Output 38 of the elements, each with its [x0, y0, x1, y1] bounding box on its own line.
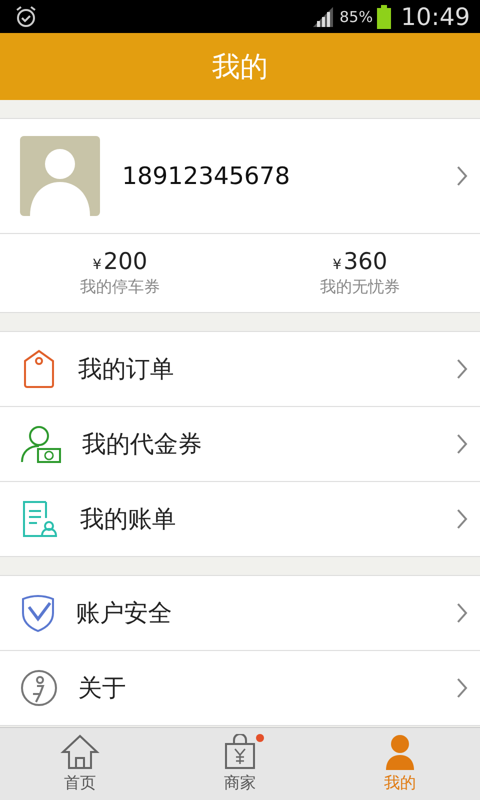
coupon-amount: 360	[344, 248, 388, 274]
coupon-label: 我的无忧券	[320, 276, 400, 298]
shield-check-icon	[20, 593, 56, 633]
chevron-right-icon	[456, 508, 468, 530]
chevron-right-icon	[456, 602, 468, 624]
menu-item[interactable]: 我的订单	[0, 332, 480, 406]
tab[interactable]: 商家	[160, 728, 320, 800]
menu-label: 关于	[78, 673, 127, 704]
menu-item[interactable]: 关于	[0, 650, 480, 725]
currency-sign: ¥	[332, 256, 342, 272]
document-person-icon	[20, 499, 60, 539]
menu-label: 账户安全	[76, 598, 173, 629]
battery-icon	[376, 4, 391, 28]
phone-number: 18912345678	[122, 162, 291, 190]
menu-label: 我的账单	[80, 504, 177, 535]
clock-time: 10:49	[400, 2, 470, 30]
avatar-icon	[20, 136, 100, 216]
person-circle-icon	[20, 669, 58, 707]
menu-item[interactable]: 我的代金券	[0, 406, 480, 481]
chevron-right-icon	[456, 165, 468, 187]
coupon-amount: 200	[104, 248, 148, 274]
profile-row[interactable]: 18912345678	[0, 119, 480, 234]
chevron-right-icon	[456, 358, 468, 380]
house-icon	[60, 734, 100, 770]
battery-percent: 85%	[339, 8, 373, 26]
chevron-right-icon	[456, 433, 468, 455]
menu-item[interactable]: 我的账单	[0, 481, 480, 556]
alarm-clock-icon	[14, 4, 38, 28]
currency-sign: ¥	[92, 256, 102, 272]
tab[interactable]: 首页	[0, 728, 160, 800]
menu-label: 我的代金券	[82, 429, 203, 460]
menu-label: 我的订单	[78, 354, 175, 385]
chevron-right-icon	[456, 677, 468, 699]
menu-item[interactable]: 账户安全	[0, 576, 480, 650]
coupon-label: 我的停车券	[80, 276, 160, 298]
page-title: 我的	[212, 48, 268, 84]
signal-icon	[313, 6, 336, 26]
person-money-icon	[20, 424, 62, 464]
